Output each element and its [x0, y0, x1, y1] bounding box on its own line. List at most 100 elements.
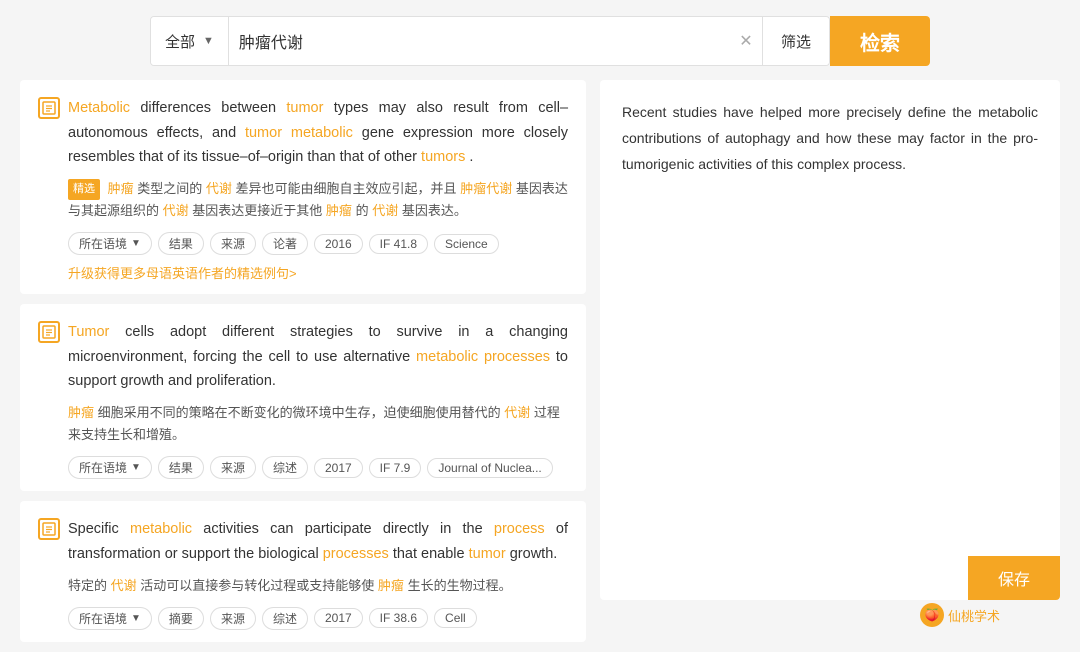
text-segment: activities can participate directly in t…: [203, 521, 494, 537]
highlight-tumor-r3: tumor: [469, 546, 506, 562]
year-badge[interactable]: 2017: [314, 608, 363, 628]
result-text-block: Specific metabolic activities can partic…: [68, 517, 568, 629]
abstract-badge[interactable]: 摘要: [158, 607, 204, 630]
text-segment: Specific: [68, 521, 130, 537]
search-button[interactable]: 检索: [830, 16, 930, 66]
right-panel-text: Recent studies have helped more precisel…: [622, 100, 1038, 178]
highlight-tumor-r2: Tumor: [68, 324, 109, 340]
journal-badge[interactable]: Science: [434, 234, 499, 254]
zh-text-segment: 差异也可能由细胞自主效应引起，并且: [236, 181, 457, 196]
jingxuan-badge: 精选: [68, 179, 100, 200]
zh-text-segment: 特定的: [68, 578, 107, 593]
result-icon: [38, 321, 60, 343]
english-text: Metabolic differences between tumor type…: [68, 96, 568, 170]
highlight-zh-tumor-2: 肿瘤: [326, 203, 352, 218]
context-badge[interactable]: 所在语境 ▼: [68, 607, 152, 630]
result-icon: [38, 97, 60, 119]
context-badge[interactable]: 所在语境 ▼: [68, 456, 152, 479]
text-segment: differences between: [140, 100, 286, 116]
highlight-zh-daoxie-1: 代谢: [206, 181, 232, 196]
highlight-tumors-link[interactable]: tumors: [421, 149, 465, 165]
journal-badge[interactable]: Journal of Nuclea...: [427, 458, 552, 478]
review-badge[interactable]: 综述: [262, 456, 308, 479]
year-badge[interactable]: 2017: [314, 458, 363, 478]
clear-button[interactable]: ✕: [730, 17, 762, 65]
right-panel: Recent studies have helped more precisel…: [600, 80, 1060, 600]
highlight-zh-daoxie-r2: 代谢: [504, 405, 530, 420]
highlight-zh-daoxie-2: 代谢: [163, 203, 189, 218]
result-icon: [38, 518, 60, 540]
review-badge[interactable]: 综述: [262, 607, 308, 630]
highlight-zh-daoxie-r3: 代谢: [111, 578, 137, 593]
search-type-select[interactable]: 全部 ▼: [151, 17, 229, 65]
chevron-down-icon: ▼: [203, 35, 214, 47]
metabolic-processes-link[interactable]: metabolic processes: [416, 349, 550, 365]
watermark-text: 仙桃学术: [948, 606, 1000, 625]
search-type-label: 全部: [165, 31, 195, 52]
zh-text-segment: 基因表达。: [402, 203, 467, 218]
result-item-header: Tumor cells adopt different strategies t…: [38, 320, 568, 479]
highlight-tumor-1: tumor: [286, 100, 323, 116]
close-icon: ✕: [739, 31, 752, 51]
chinese-text: 精选 肿瘤 类型之间的 代谢 差异也可能由细胞自主效应引起，并且 肿瘤代谢 基因…: [68, 178, 568, 222]
main-content: Metabolic differences between tumor type…: [0, 80, 1080, 652]
paper-badge[interactable]: 论著: [262, 232, 308, 255]
badge-row: 所在语境 ▼ 结果 来源 论著 2016 IF 41.8 Science: [68, 232, 568, 255]
zh-text-segment: 生长的生物过程。: [408, 578, 512, 593]
filter-label: 筛选: [781, 31, 811, 52]
filter-button[interactable]: 筛选: [762, 17, 829, 65]
results-panel: Metabolic differences between tumor type…: [20, 80, 586, 652]
english-text: Specific metabolic activities can partic…: [68, 517, 568, 566]
if-badge[interactable]: IF 7.9: [369, 458, 422, 478]
chinese-text: 特定的 代谢 活动可以直接参与转化过程或支持能够使 肿瘤 生长的生物过程。: [68, 575, 568, 597]
result-item-header: Metabolic differences between tumor type…: [38, 96, 568, 282]
zh-text-segment: 活动可以直接参与转化过程或支持能够使: [140, 578, 374, 593]
highlight-zh-daoxie-3: 代谢: [372, 203, 398, 218]
search-bar: 全部 ▼ ✕ 筛选 检索: [0, 0, 1080, 80]
result-badge[interactable]: 结果: [158, 456, 204, 479]
text-segment: .: [469, 149, 473, 165]
result-item: Specific metabolic activities can partic…: [20, 501, 586, 641]
highlight-metabolic-2: metabolic: [291, 125, 353, 141]
upgrade-link[interactable]: 升级获得更多母语英语作者的精选例句>: [68, 263, 568, 282]
source-badge[interactable]: 来源: [210, 232, 256, 255]
result-item: Metabolic differences between tumor type…: [20, 80, 586, 294]
if-badge[interactable]: IF 38.6: [369, 608, 428, 628]
highlight-zh-tumor-1: 肿瘤: [108, 181, 134, 196]
process-link-r3[interactable]: process: [494, 521, 545, 537]
year-badge[interactable]: 2016: [314, 234, 363, 254]
zh-text-segment: 基因表达更接近于其他: [192, 203, 322, 218]
highlight-metabolic-1: Metabolic: [68, 100, 130, 116]
search-container: 全部 ▼ ✕ 筛选: [150, 16, 830, 66]
highlight-zh-tumor-r3: 肿瘤: [378, 578, 404, 593]
highlight-zh-tumor-r2: 肿瘤: [68, 405, 94, 420]
processes-link-r3[interactable]: processes: [323, 546, 389, 562]
dropdown-arrow-icon: ▼: [131, 238, 141, 249]
source-badge[interactable]: 来源: [210, 456, 256, 479]
if-badge[interactable]: IF 41.8: [369, 234, 428, 254]
watermark-icon: 🍑: [920, 603, 944, 627]
result-badge[interactable]: 结果: [158, 232, 204, 255]
highlight-tumor-2: tumor: [245, 125, 282, 141]
chinese-text: 肿瘤 细胞采用不同的策略在不断变化的微环境中生存，迫使细胞使用替代的 代谢 过程…: [68, 402, 568, 446]
result-item-header: Specific metabolic activities can partic…: [38, 517, 568, 629]
result-text-block: Tumor cells adopt different strategies t…: [68, 320, 568, 479]
dropdown-arrow-icon: ▼: [131, 462, 141, 473]
badge-row: 所在语境 ▼ 结果 来源 综述 2017 IF 7.9 Journal of N…: [68, 456, 568, 479]
source-badge[interactable]: 来源: [210, 607, 256, 630]
english-text: Tumor cells adopt different strategies t…: [68, 320, 568, 394]
zh-text-segment: 类型之间的: [137, 181, 202, 196]
zh-text-segment: 的: [356, 203, 369, 218]
watermark: 🍑 仙桃学术: [920, 603, 1000, 627]
save-btn-container: 保存: [600, 556, 1060, 600]
badge-row: 所在语境 ▼ 摘要 来源 综述 2017 IF 38.6 Cell: [68, 607, 568, 630]
text-segment: that enable: [393, 546, 469, 562]
highlight-metabolic-r3: metabolic: [130, 521, 192, 537]
context-badge[interactable]: 所在语境 ▼: [68, 232, 152, 255]
result-text-block: Metabolic differences between tumor type…: [68, 96, 568, 282]
journal-badge[interactable]: Cell: [434, 608, 477, 628]
dropdown-arrow-icon: ▼: [131, 613, 141, 624]
text-segment: growth.: [510, 546, 558, 562]
save-button[interactable]: 保存: [968, 556, 1060, 600]
search-input[interactable]: [229, 17, 730, 65]
